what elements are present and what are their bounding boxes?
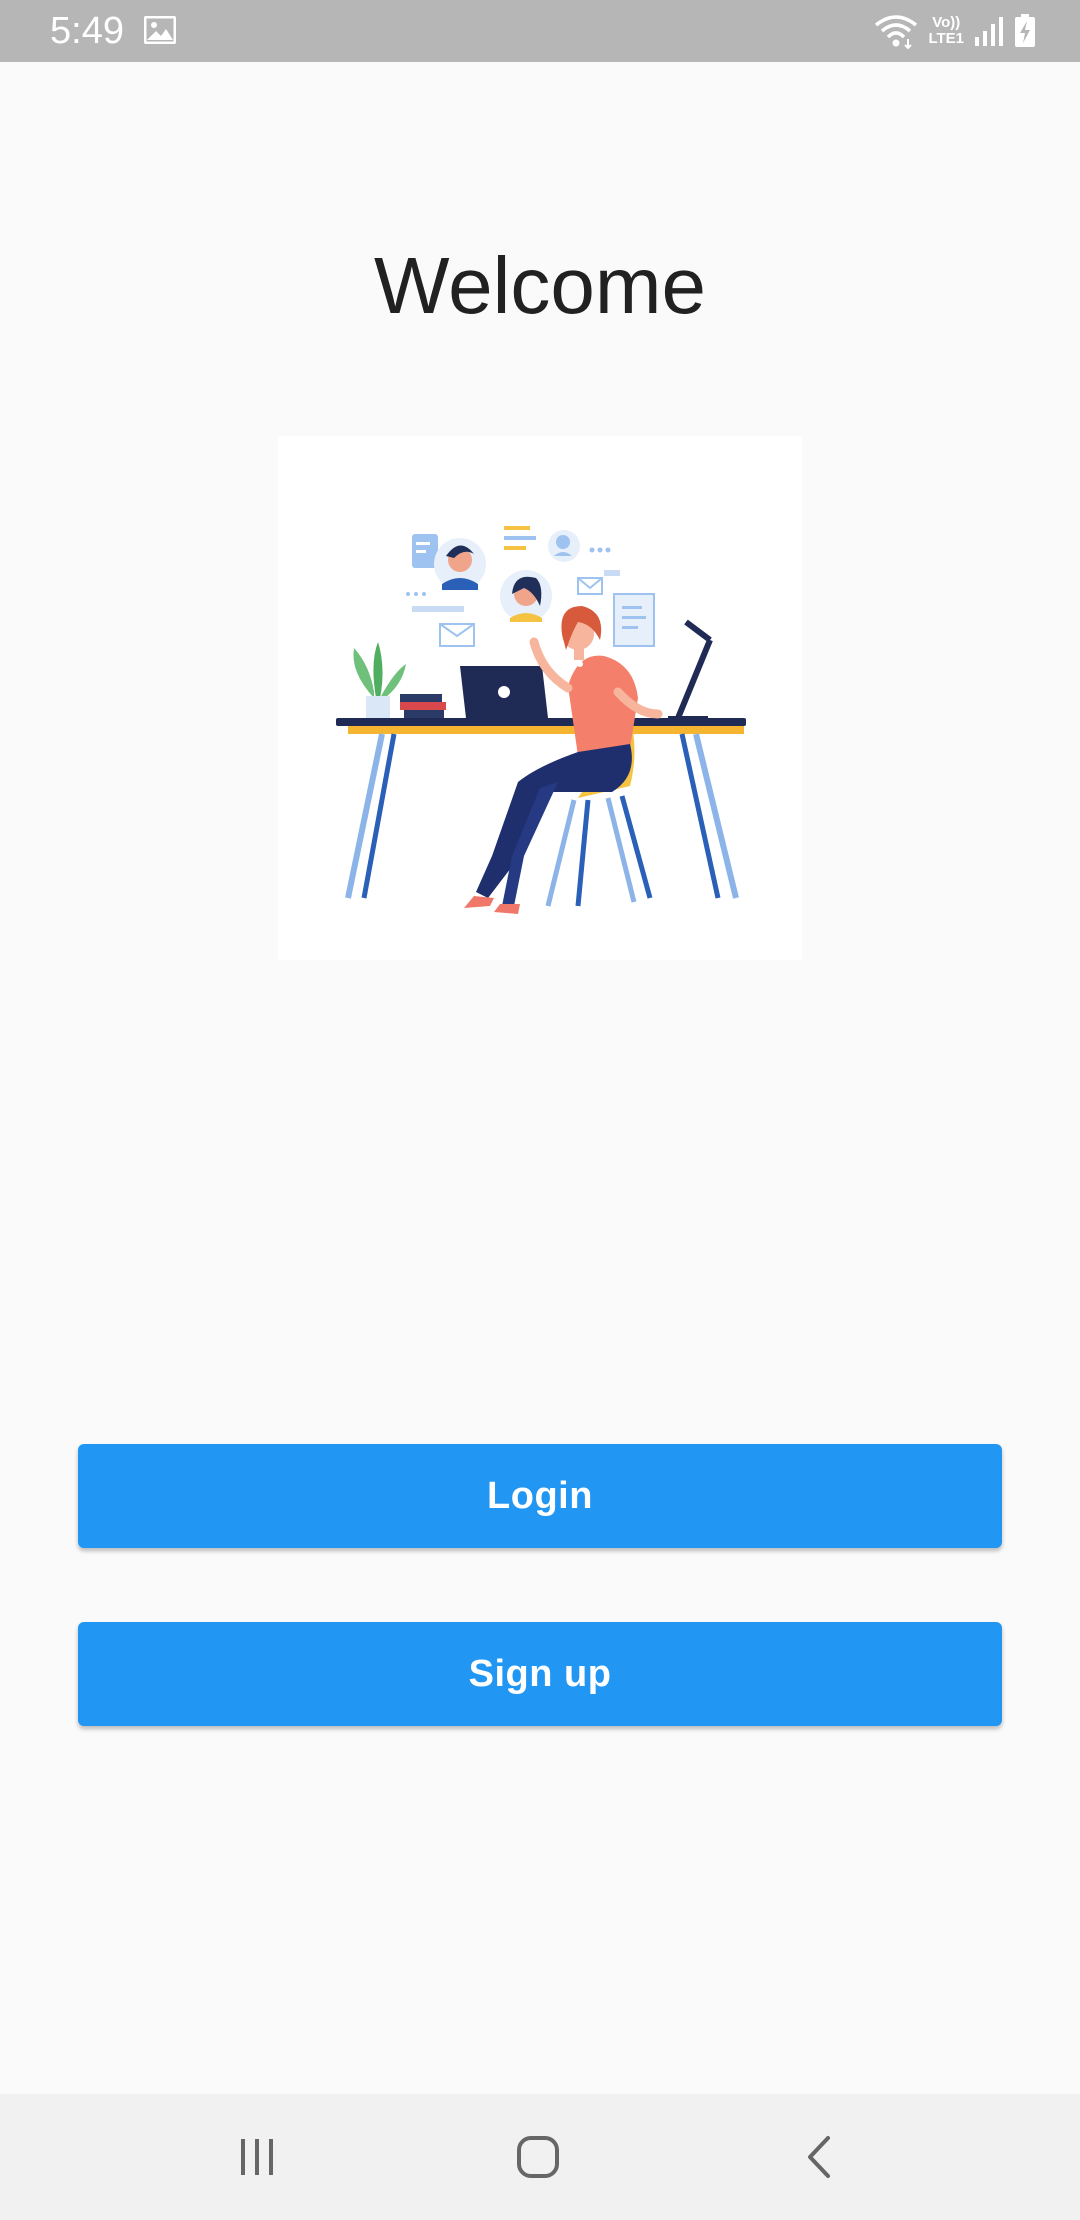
network-type-label: Vo)) LTE1 xyxy=(928,15,964,47)
signal-icon xyxy=(974,15,1004,47)
volte-label: Vo)) xyxy=(932,14,961,31)
page-title: Welcome xyxy=(374,240,706,330)
welcome-illustration xyxy=(278,436,802,960)
gallery-icon xyxy=(143,15,177,45)
wifi-icon xyxy=(874,13,918,49)
login-button[interactable]: Login xyxy=(78,1444,1002,1548)
home-icon[interactable] xyxy=(493,2122,583,2192)
status-icons: Vo)) LTE1 xyxy=(874,10,1036,52)
navigation-bar xyxy=(0,2094,1080,2220)
status-time: 5:49 xyxy=(50,10,124,52)
back-icon[interactable] xyxy=(774,2122,864,2192)
lte-label: LTE1 xyxy=(928,30,964,47)
recent-apps-icon[interactable] xyxy=(212,2122,302,2192)
status-bar: 5:49 Vo)) LTE1 xyxy=(0,0,1080,62)
signup-button[interactable]: Sign up xyxy=(78,1622,1002,1726)
battery-charging-icon xyxy=(1014,14,1036,48)
